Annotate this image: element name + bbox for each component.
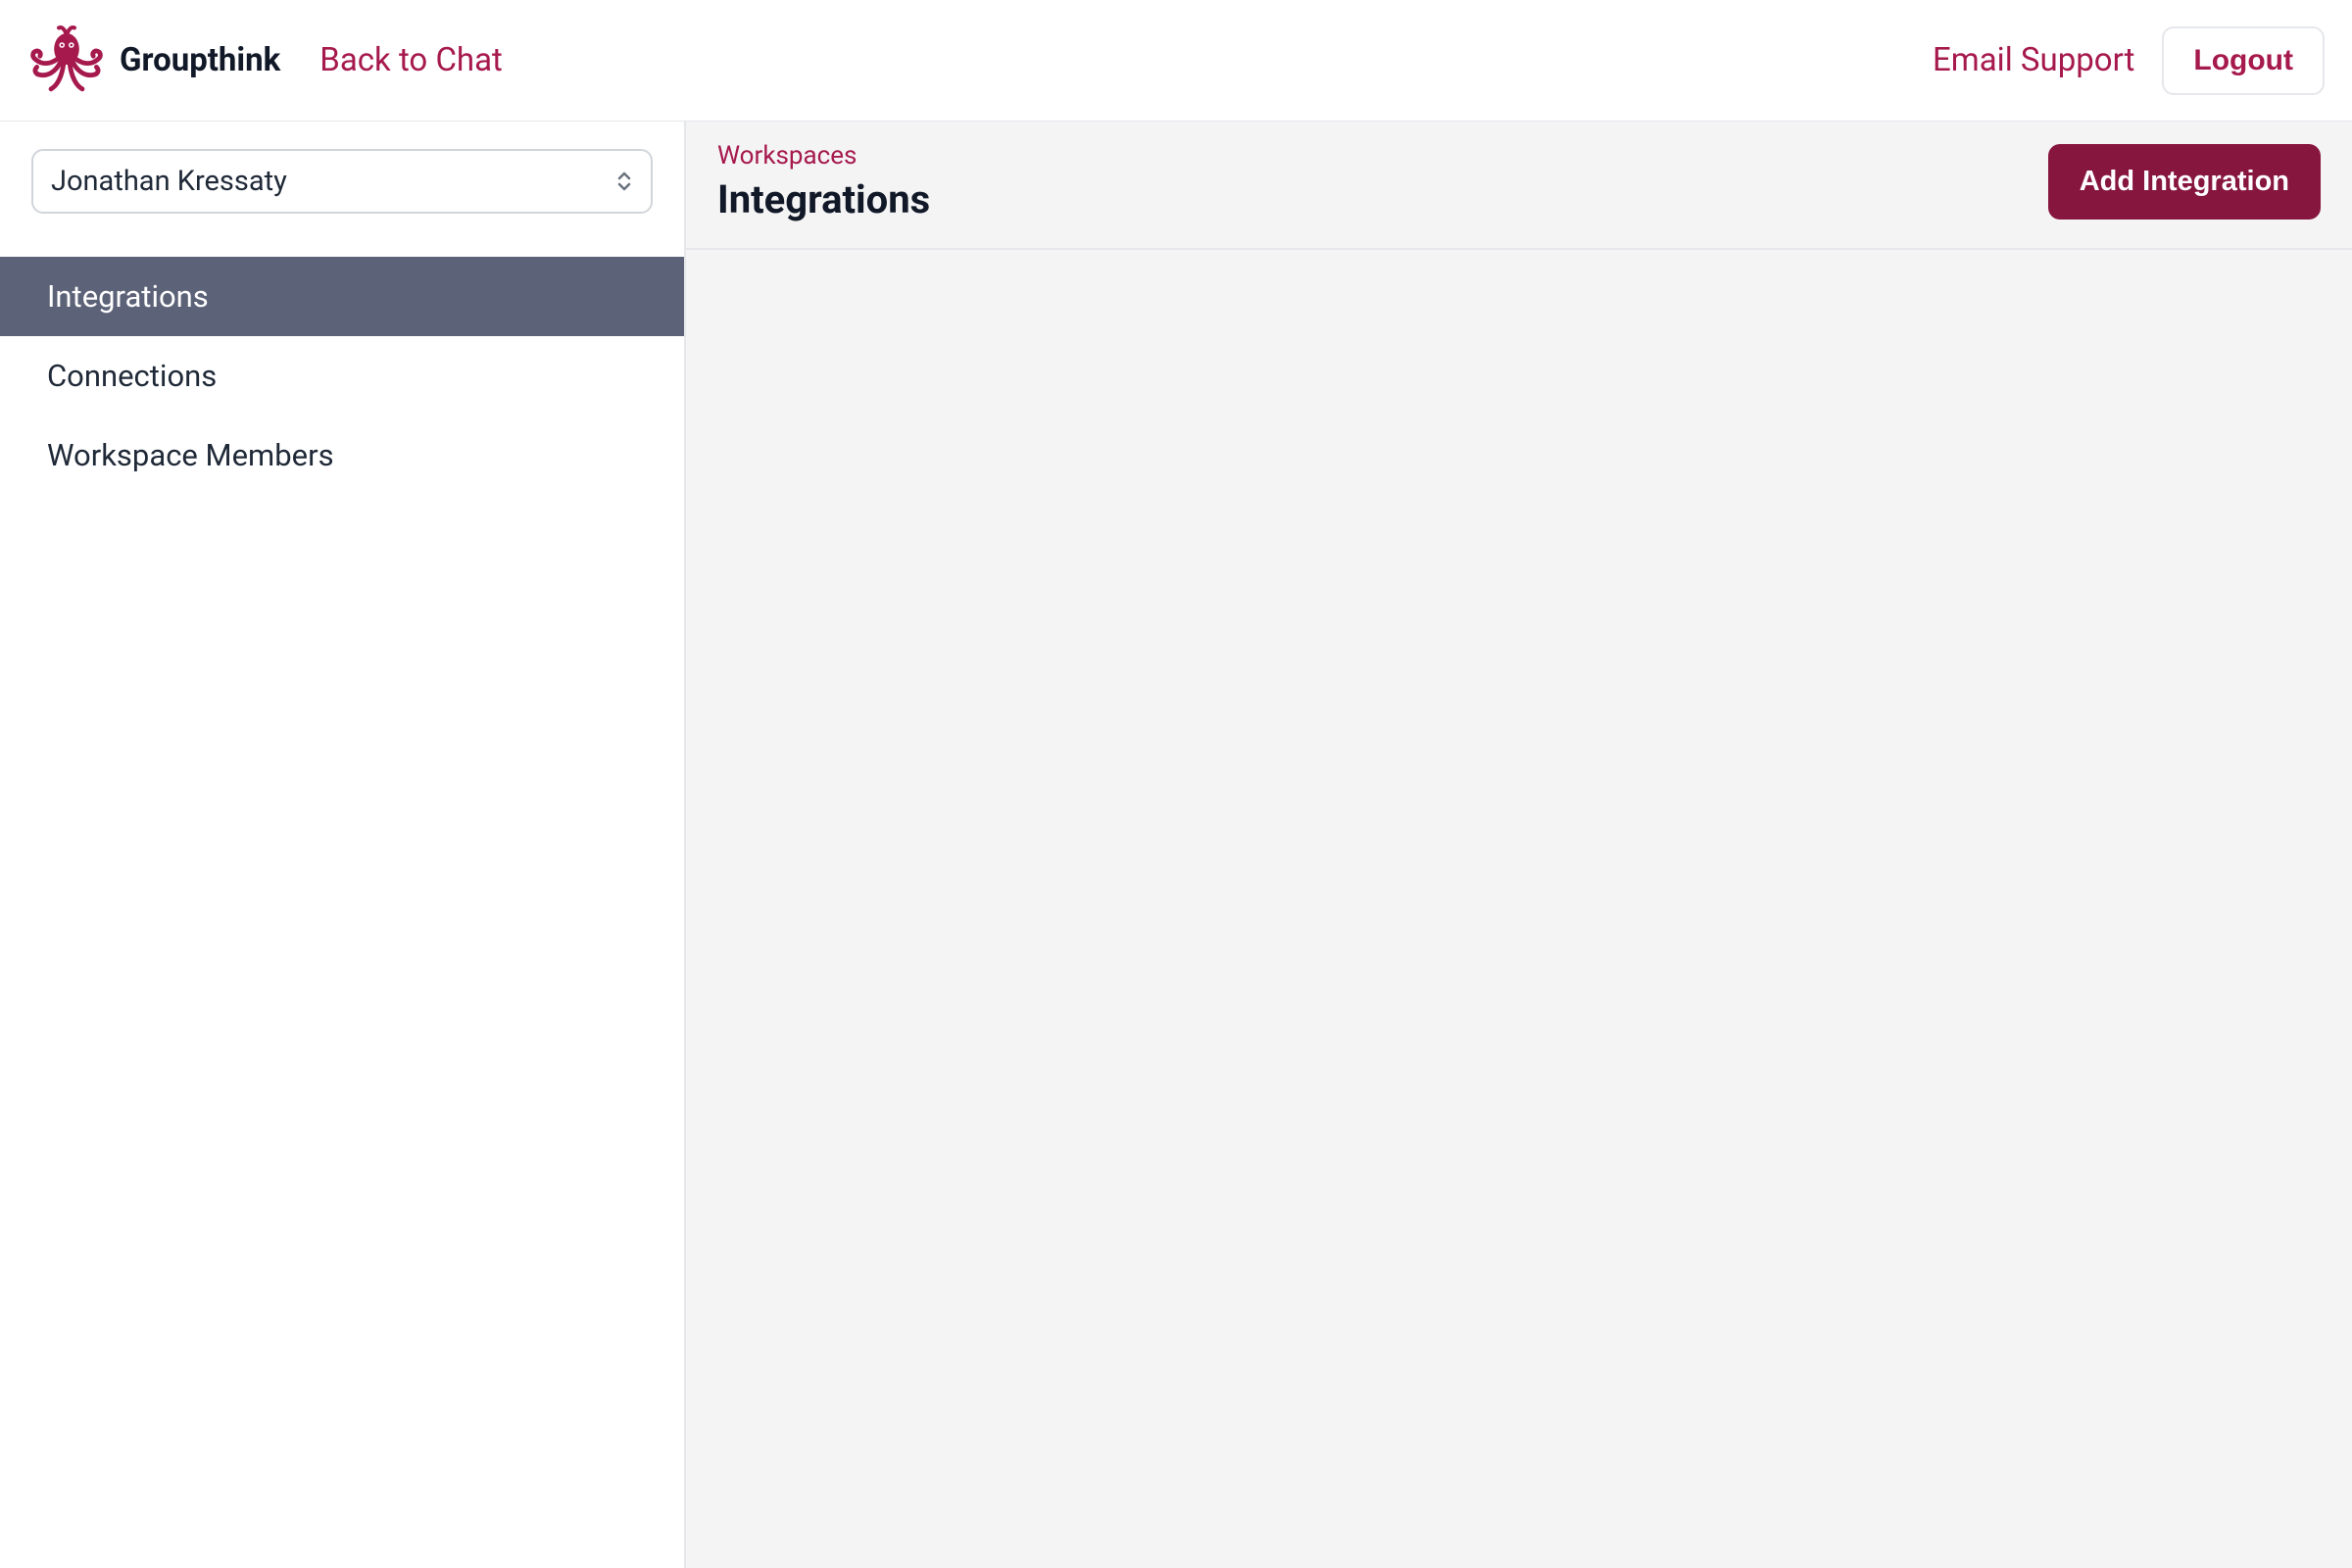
sidebar: Jonathan Kressaty Integrations Connectio… <box>0 122 686 1568</box>
logout-button[interactable]: Logout <box>2162 26 2325 95</box>
main-header: Workspaces Integrations Add Integration <box>686 122 2352 250</box>
app-header: Groupthink Back to Chat Email Support Lo… <box>0 0 2352 122</box>
sidebar-item-connections[interactable]: Connections <box>0 336 684 416</box>
octopus-logo-icon <box>27 22 106 100</box>
email-support-link[interactable]: Email Support <box>1933 41 2134 79</box>
workspace-select-wrap: Jonathan Kressaty <box>0 122 684 233</box>
breadcrumb-block: Workspaces Integrations <box>717 141 930 222</box>
header-left: Groupthink Back to Chat <box>27 22 503 100</box>
workspace-selected-label: Jonathan Kressaty <box>51 165 287 198</box>
chevron-up-down-icon <box>615 171 633 192</box>
page-title: Integrations <box>717 176 930 222</box>
workspace-selector[interactable]: Jonathan Kressaty <box>31 149 653 214</box>
brand-name: Groupthink <box>120 41 280 79</box>
sidebar-item-workspace-members[interactable]: Workspace Members <box>0 416 684 495</box>
breadcrumb-workspaces[interactable]: Workspaces <box>717 141 930 171</box>
body-wrap: Jonathan Kressaty Integrations Connectio… <box>0 122 2352 1568</box>
back-to-chat-link[interactable]: Back to Chat <box>319 41 503 79</box>
header-right: Email Support Logout <box>1933 26 2325 95</box>
main-content: Workspaces Integrations Add Integration <box>686 122 2352 1568</box>
sidebar-nav: Integrations Connections Workspace Membe… <box>0 257 684 495</box>
add-integration-button[interactable]: Add Integration <box>2048 144 2321 220</box>
sidebar-item-integrations[interactable]: Integrations <box>0 257 684 336</box>
logo-group[interactable]: Groupthink <box>27 22 280 100</box>
